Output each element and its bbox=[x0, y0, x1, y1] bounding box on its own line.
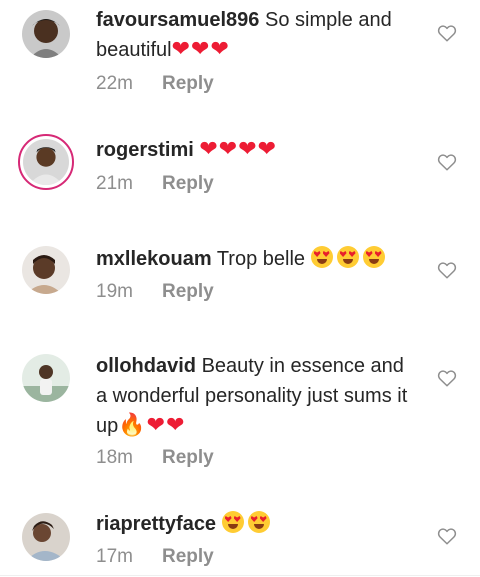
heart-outline-icon bbox=[437, 154, 457, 171]
comment-meta: 21m Reply bbox=[96, 173, 214, 195]
like-button[interactable] bbox=[437, 369, 457, 387]
reply-button[interactable]: Reply bbox=[162, 73, 214, 94]
comment-body: riaprettyface bbox=[96, 508, 416, 539]
comment-meta: 18m Reply bbox=[96, 447, 214, 469]
heart-outline-icon bbox=[437, 262, 457, 279]
heart-outline-icon bbox=[437, 25, 457, 42]
user-avatar-icon bbox=[22, 10, 70, 58]
comment-username[interactable]: favoursamuel896 bbox=[96, 9, 259, 31]
user-avatar-icon bbox=[23, 139, 69, 185]
comment-body: mxllekouam Trop belle bbox=[96, 243, 416, 274]
reply-button[interactable]: Reply bbox=[162, 546, 214, 567]
comment-emoji: ❤❤❤ bbox=[171, 37, 230, 62]
like-button[interactable] bbox=[437, 24, 457, 42]
comment-emoji: ❤❤❤❤ bbox=[199, 137, 278, 162]
comment-username[interactable]: rogerstimi bbox=[96, 139, 194, 161]
comment-meta: 19m Reply bbox=[96, 281, 214, 303]
divider bbox=[0, 575, 480, 576]
comment-time: 21m bbox=[96, 173, 133, 194]
heart-eyes-emoji-icon bbox=[362, 246, 385, 268]
comment-time: 19m bbox=[96, 281, 133, 302]
avatar[interactable] bbox=[18, 134, 74, 190]
user-avatar-icon bbox=[22, 354, 70, 402]
comment-time: 22m bbox=[96, 73, 133, 94]
heart-outline-icon bbox=[437, 370, 457, 387]
avatar[interactable] bbox=[22, 246, 70, 294]
comment-username[interactable]: mxllekouam bbox=[96, 248, 212, 270]
reply-button[interactable]: Reply bbox=[162, 447, 214, 468]
comment-username[interactable]: riaprettyface bbox=[96, 513, 216, 535]
comment-body: rogerstimi ❤❤❤❤ bbox=[96, 135, 416, 165]
reply-button[interactable]: Reply bbox=[162, 173, 214, 194]
comment-text: Trop belle bbox=[216, 248, 306, 270]
reply-button[interactable]: Reply bbox=[162, 281, 214, 302]
avatar-image bbox=[23, 139, 69, 185]
avatar[interactable] bbox=[22, 10, 70, 58]
comment-body: favoursamuel896 So simple and beautiful❤… bbox=[96, 5, 416, 65]
like-button[interactable] bbox=[437, 153, 457, 171]
heart-outline-icon bbox=[437, 528, 457, 545]
like-button[interactable] bbox=[437, 527, 457, 545]
user-avatar-icon bbox=[22, 246, 70, 294]
like-button[interactable] bbox=[437, 261, 457, 279]
comment-meta: 22m Reply bbox=[96, 73, 214, 95]
comment-emoji bbox=[310, 246, 389, 270]
user-avatar-icon bbox=[22, 513, 70, 561]
comment-emoji bbox=[221, 511, 274, 535]
heart-eyes-emoji-icon bbox=[336, 246, 359, 268]
comment-meta: 17m Reply bbox=[96, 546, 214, 568]
avatar[interactable] bbox=[22, 354, 70, 402]
avatar[interactable] bbox=[22, 513, 70, 561]
comment-time: 18m bbox=[96, 447, 133, 468]
comment-time: 17m bbox=[96, 546, 133, 567]
heart-eyes-emoji-icon bbox=[310, 246, 333, 268]
comment-body: ollohdavid Beauty in essence and a wonde… bbox=[96, 351, 416, 441]
heart-eyes-emoji-icon bbox=[221, 511, 244, 533]
heart-eyes-emoji-icon bbox=[247, 511, 270, 533]
comment-username[interactable]: ollohdavid bbox=[96, 355, 196, 377]
comment-emoji: 🔥❤❤ bbox=[118, 413, 186, 438]
